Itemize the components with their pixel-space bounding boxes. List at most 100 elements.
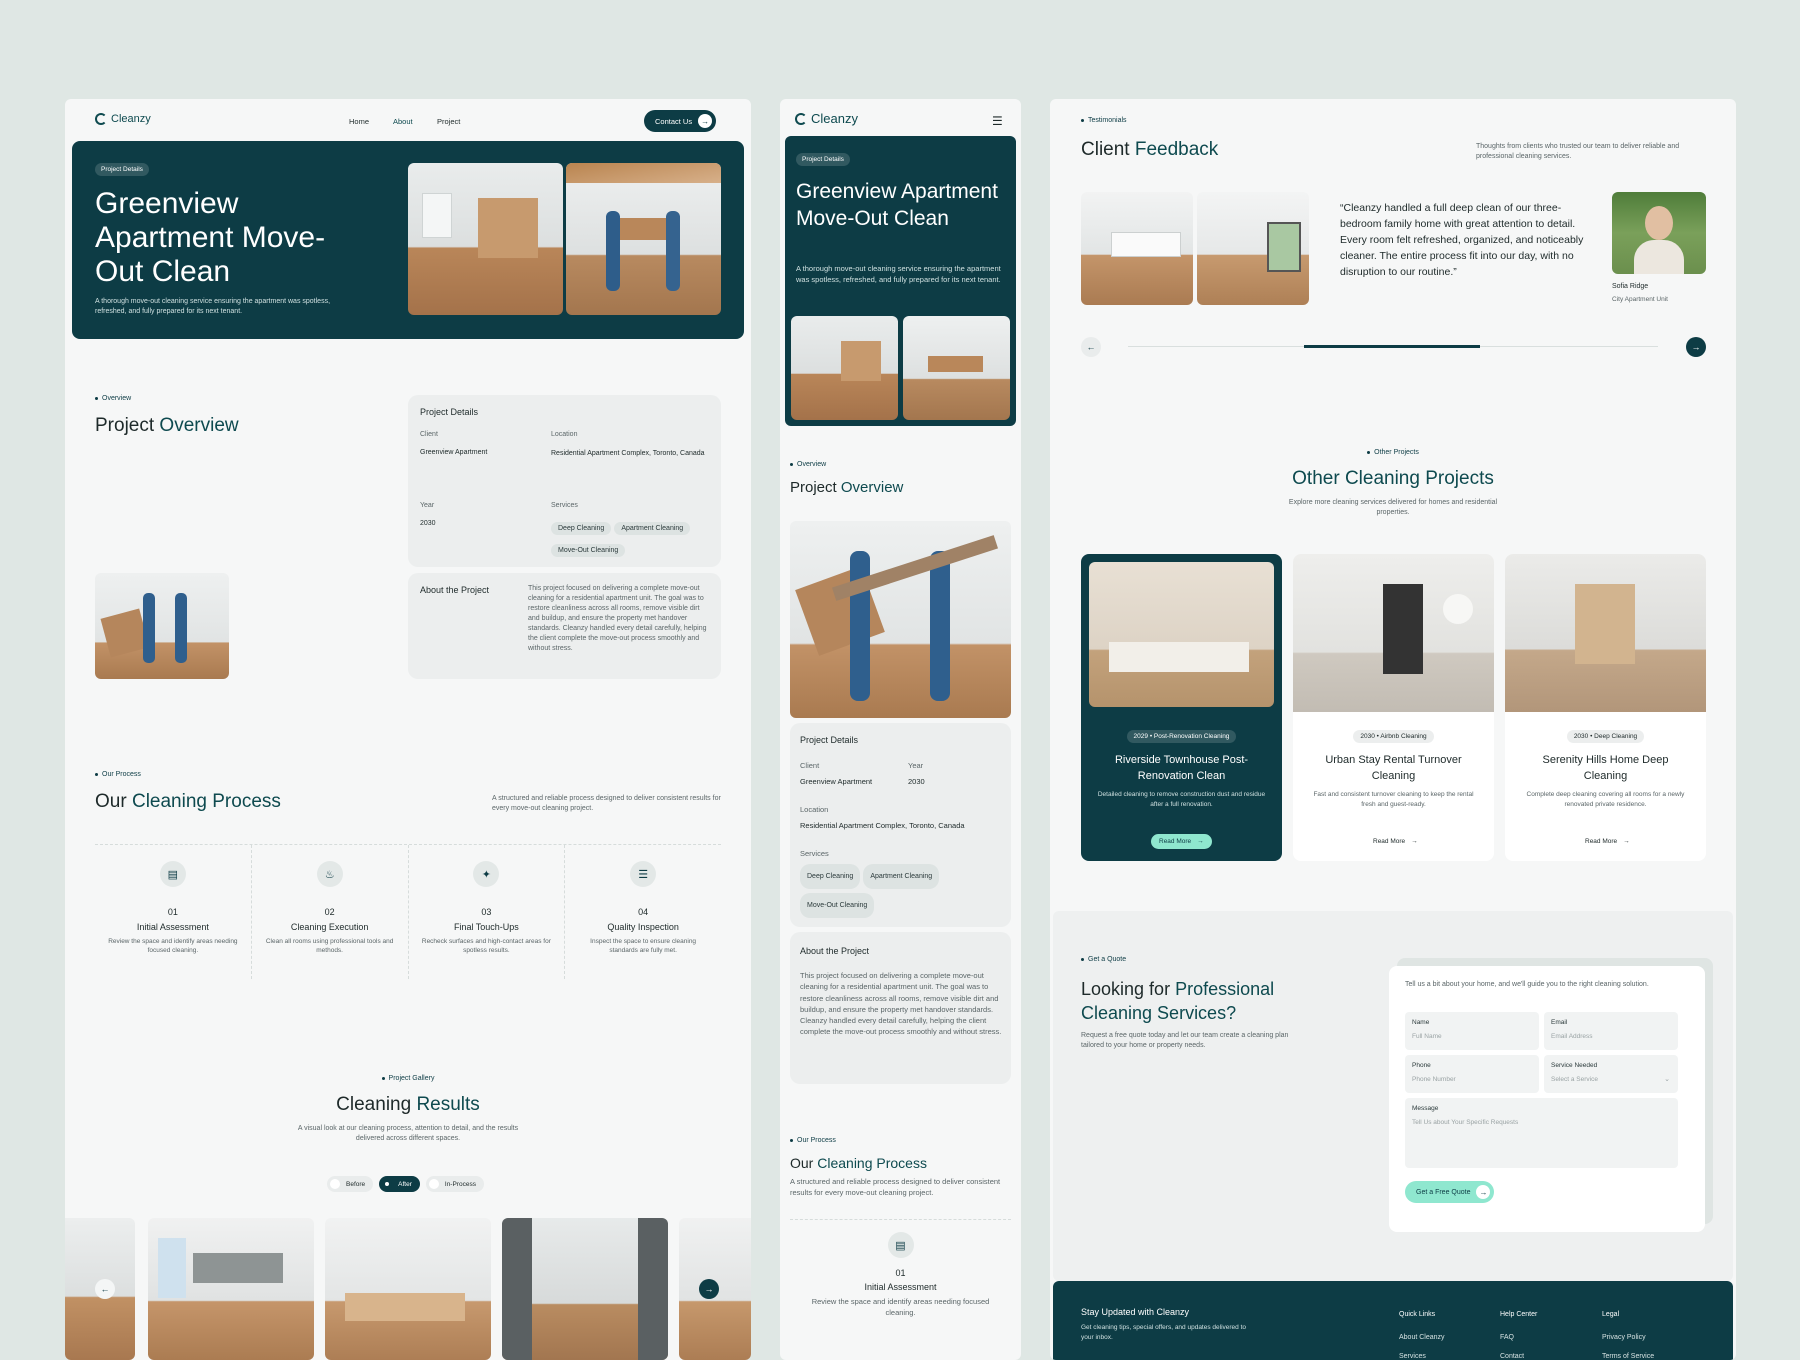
process-title: Our Cleaning Process (95, 791, 281, 812)
testimonial-prev-button[interactable]: ← (1081, 337, 1101, 357)
gallery-title: Cleaning Results (336, 1094, 480, 1115)
hero-photo-empty-room (791, 316, 898, 420)
clipboard-icon: ▤ (887, 1232, 914, 1258)
logo-icon (95, 113, 107, 125)
read-more-button[interactable]: Read More → (1151, 834, 1212, 849)
desktop-page: Cleanzy Home About Project Contact Us → … (65, 99, 751, 1360)
desktop-hero: Project Details Greenview Apartment Move… (72, 141, 744, 339)
testimonial-next-button[interactable]: → (1686, 337, 1706, 357)
sparkle-icon: ✦ (473, 861, 500, 887)
service-tag: Apartment Cleaning (614, 522, 691, 535)
overview-photo-movers (790, 521, 1011, 718)
overview-label: Overview (790, 461, 826, 468)
read-more-button[interactable]: Read More → (1365, 834, 1426, 849)
logo[interactable]: Cleanzy (95, 113, 151, 125)
project-card[interactable]: 2030 • Airbnb Cleaning Urban Stay Rental… (1293, 554, 1494, 861)
overview-photo-movers (95, 573, 229, 679)
service-tag: Deep Cleaning (551, 522, 612, 535)
footer: Stay Updated with Cleanzy Get cleaning t… (1053, 1281, 1733, 1360)
message-field[interactable]: Message Tell Us about Your Specific Reque… (1405, 1098, 1678, 1168)
gallery-label: Project Gallery (65, 1075, 751, 1082)
arrow-right-icon: → (698, 114, 713, 128)
phone-field[interactable]: Phone Phone Number (1405, 1055, 1539, 1093)
menu-icon[interactable]: ☰ (992, 114, 1003, 128)
hero-badge: Project Details (95, 163, 149, 176)
name-field[interactable]: Name Full Name (1405, 1012, 1539, 1050)
service-tag: Move-Out Cleaning (551, 544, 626, 557)
arrow-left-icon: ← (100, 1284, 110, 1294)
tab-before[interactable]: Before (327, 1176, 374, 1192)
testimonials-label: Testimonials (1081, 117, 1127, 124)
project-photo-kitchen-white (1293, 554, 1494, 712)
get-free-quote-button[interactable]: Get a Free Quote → (1405, 1181, 1495, 1203)
testimonial-photo-room (1197, 192, 1309, 305)
hero-photo-movers (566, 163, 721, 315)
spray-icon: ♨ (316, 861, 343, 887)
about-project-card: About the Project This project focused o… (408, 573, 721, 679)
project-details-card: Project Details Client Greenview Apartme… (790, 723, 1011, 927)
testimonial-avatar (1612, 192, 1706, 274)
process-label: Our Process (790, 1137, 836, 1144)
process-step: ✦ 03 Final Touch-Ups Recheck surfaces an… (409, 845, 566, 979)
gallery-prev-button[interactable]: ← (95, 1279, 115, 1299)
arrow-right-icon: → (1476, 1185, 1491, 1199)
project-photo-kitchen (1089, 562, 1274, 707)
services-tags: Deep Cleaning Apartment CleaningMove-Out … (800, 864, 1000, 922)
checklist-icon: ☰ (630, 861, 657, 887)
hero-desc: A thorough move-out cleaning service ens… (95, 298, 331, 315)
testimonial-progress-fill (1304, 345, 1480, 348)
hero-title: Greenview Apartment Move-Out Clean (95, 187, 326, 288)
service-select[interactable]: Service Needed Select a Service ⌄ (1544, 1055, 1678, 1093)
read-more-button[interactable]: Read More → (1577, 834, 1638, 849)
process-label: Our Process (95, 771, 141, 778)
testimonials-title: Client Feedback (1081, 139, 1219, 160)
arrow-right-icon: → (1691, 342, 1701, 352)
project-photo-living (1505, 554, 1706, 712)
tab-after[interactable]: After (379, 1176, 420, 1192)
process-step: ☰ 04 Quality Inspection Inspect the spac… (565, 845, 721, 979)
gallery-header: Project Gallery Cleaning Results A visua… (65, 1075, 751, 1144)
process-desc: A structured and reliable process design… (492, 795, 721, 812)
mobile-page: Cleanzy ☰ Project Details Greenview Apar… (780, 99, 1021, 1360)
overview-title: Project Overview (95, 415, 239, 436)
process-step: ▤ 01 Initial Assessment Review the space… (95, 845, 252, 979)
services-tags: Deep Cleaning Apartment Cleaning Move-Out … (551, 517, 716, 561)
clipboard-icon: ▤ (159, 861, 186, 887)
desktop-nav: Cleanzy Home About Project Contact Us → (65, 99, 751, 141)
process-title: Our Cleaning Process (790, 1155, 927, 1171)
testimonial-progress-track (1128, 345, 1658, 348)
quote-section: Get a Quote Looking for Professional Cle… (1053, 911, 1733, 1281)
testimonial-quote: “Cleanzy handled a full deep clean of ou… (1340, 202, 1584, 278)
nav-home[interactable]: Home (349, 117, 369, 126)
other-projects-title: Other Cleaning Projects (1292, 468, 1494, 489)
tab-in-process[interactable]: In-Process (425, 1176, 484, 1192)
overview-label: Overview (95, 395, 131, 402)
project-card[interactable]: 2030 • Deep Cleaning Serenity Hills Home… (1505, 554, 1706, 861)
footer-quick-links: Quick Links About Cleanzy Services (1399, 1311, 1445, 1360)
footer-legal: Legal Privacy Policy Terms of Service (1602, 1311, 1655, 1360)
logo-icon (795, 112, 807, 125)
quote-form: Tell us a bit about your home, and we'll… (1389, 966, 1705, 1232)
nav-about[interactable]: About (393, 117, 413, 126)
contact-us-button[interactable]: Contact Us → (644, 110, 717, 132)
project-card[interactable]: 2029 • Post-Renovation Cleaning Riversid… (1081, 554, 1282, 861)
arrow-left-icon: ← (1086, 342, 1096, 352)
nav-project[interactable]: Project (437, 117, 460, 126)
gallery-next-button[interactable]: → (699, 1279, 719, 1299)
gallery-photo (325, 1218, 491, 1360)
mobile-process-step: ▤ 01 Initial Assessment Review the space… (790, 1219, 1011, 1318)
footer-help-center: Help Center FAQ Contact (1500, 1311, 1538, 1360)
overview-title: Project Overview (790, 479, 904, 496)
quote-title: Looking for Professional Cleaning Servic… (1081, 979, 1275, 1023)
sections-page: Testimonials Client Feedback Thoughts fr… (1050, 99, 1736, 1360)
process-step: ♨ 02 Cleaning Execution Clean all rooms … (252, 845, 409, 979)
process-steps: ▤ 01 Initial Assessment Review the space… (95, 844, 721, 979)
gallery-desc: A visual look at our cleaning process, a… (297, 1125, 519, 1142)
hero-photo-empty-room (408, 163, 563, 315)
project-details-card: Project Details Client Greenview Apartme… (408, 395, 721, 567)
arrow-right-icon: → (704, 1284, 714, 1294)
logo[interactable]: Cleanzy (795, 111, 858, 126)
mobile-hero: Project Details Greenview Apartment Move… (785, 136, 1016, 426)
email-field[interactable]: Email Email Address (1544, 1012, 1678, 1050)
gallery-tabs: Before After In-Process (327, 1176, 484, 1192)
